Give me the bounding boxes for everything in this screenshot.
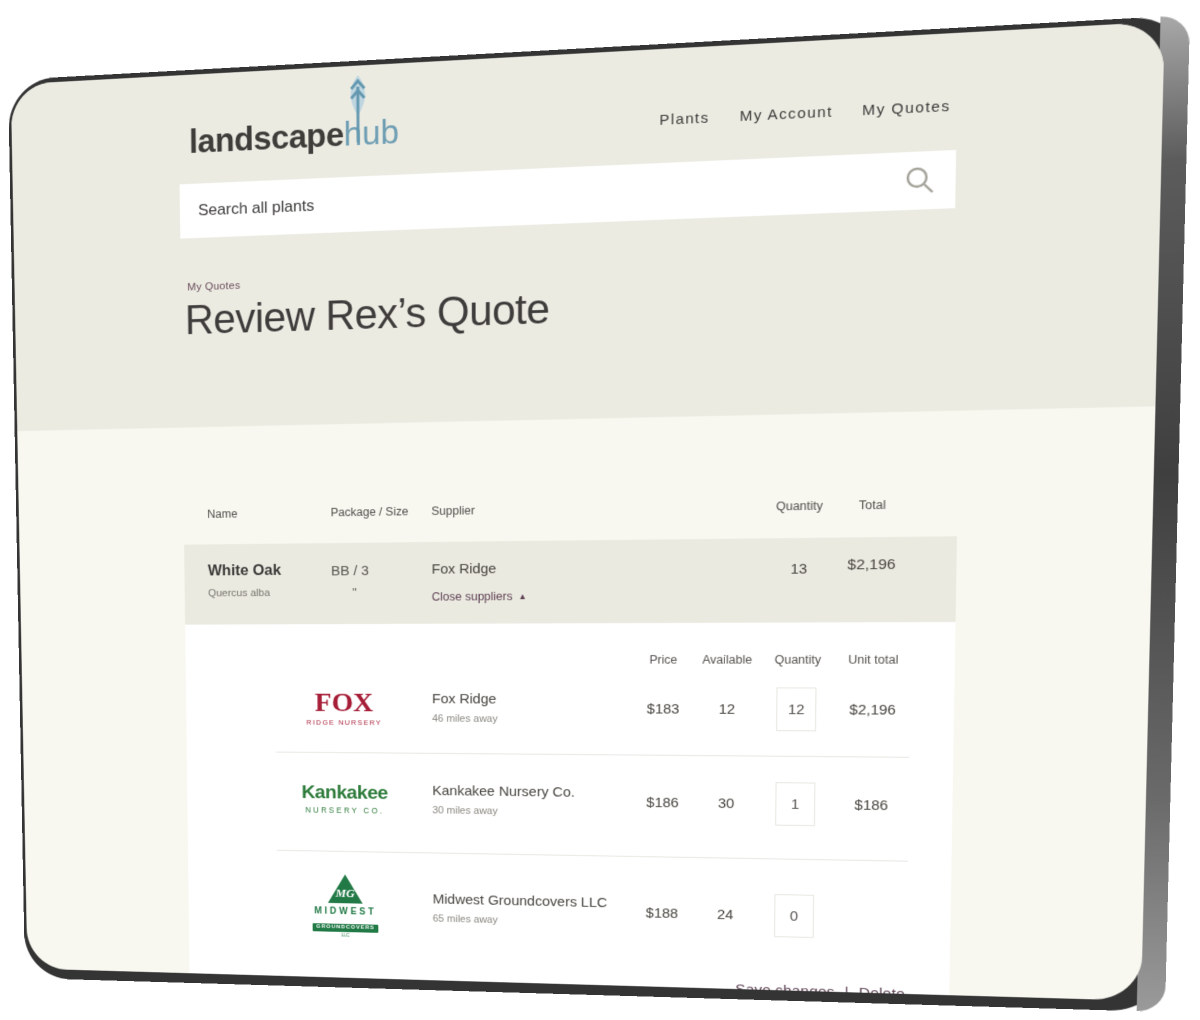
kankakee-logo-subtext: NURSERY CO. [272, 806, 419, 816]
kankakee-logo: Kankakee NURSERY CO. [272, 781, 419, 816]
quantity-input[interactable] [775, 895, 813, 937]
sub-header-available: Available [688, 653, 767, 666]
close-suppliers-link[interactable]: Close suppliers ▲ [432, 590, 527, 604]
supplier-available: 30 [687, 795, 766, 812]
col-header-package: Package / Size [331, 505, 409, 519]
quantity-input-wrap [774, 894, 814, 938]
col-header-total: Total [822, 498, 924, 513]
search-icon[interactable] [903, 164, 937, 197]
sub-header-unit-total: Unit total [828, 653, 919, 667]
fox-logo-subtext: RIDGE NURSERY [271, 719, 418, 727]
supplier-name: Fox Ridge [432, 691, 498, 707]
quantity-input[interactable] [777, 688, 815, 730]
midwest-logo: MG MIDWEST GROUNDCOVERS LLC [272, 872, 419, 940]
supplier-unit-total [825, 917, 915, 919]
supplier-row-fox-ridge: FOX RIDGE NURSERY Fox Ridge 46 miles awa… [186, 675, 955, 743]
svg-text:MG: MG [335, 886, 356, 900]
fox-logo-text: FOX [271, 688, 418, 719]
kankakee-logo-text: Kankakee [272, 781, 419, 804]
supplier-distance: 65 miles away [433, 913, 607, 928]
supplier-name: Kankakee Nursery Co. [432, 783, 575, 800]
nav-plants[interactable]: Plants [659, 110, 709, 129]
breadcrumb[interactable]: My Quotes [187, 280, 240, 293]
leaf-arrow-icon [344, 72, 373, 146]
col-header-supplier: Supplier [431, 504, 474, 518]
plant-name: White Oak [208, 562, 281, 580]
midwest-triangle-icon: MG [327, 873, 364, 904]
supplier-name-block: Midwest Groundcovers LLC 65 miles away [433, 892, 608, 929]
supplier-name: Midwest Groundcovers LLC [433, 892, 608, 911]
triangle-up-icon: ▲ [518, 592, 527, 601]
supplier-unit-total: $2,196 [827, 701, 918, 718]
fox-ridge-logo: FOX RIDGE NURSERY [271, 688, 418, 728]
package-size-unit: " [352, 585, 356, 599]
selected-supplier: Fox Ridge [432, 561, 497, 577]
close-suppliers-label: Close suppliers [432, 590, 513, 604]
brand-logo-landscape: landscape [189, 116, 344, 160]
col-header-name: Name [207, 507, 237, 520]
supplier-row-kankakee: Kankakee NURSERY CO. Kankakee Nursery Co… [187, 752, 954, 854]
midwest-logo-subtext: GROUNDCOVERS [313, 923, 379, 932]
supplier-available: 12 [687, 701, 766, 717]
quantity-input[interactable] [776, 783, 814, 825]
tablet-device: landscapehub Plants My Account My Quotes [8, 15, 1190, 1012]
quantity-input-wrap [775, 782, 815, 826]
suppliers-panel: Price Available Quantity Unit total FOX … [185, 622, 955, 1001]
quote-total: $2,196 [821, 556, 923, 574]
quote-item-row: White Oak Quercus alba BB / 3 " Fox Ridg… [184, 536, 957, 624]
supplier-distance: 30 miles away [432, 805, 574, 818]
supplier-row-midwest: MG MIDWEST GROUNDCOVERS LLC Midwest Grou… [188, 849, 952, 976]
plant-latin-name: Quercus alba [208, 588, 270, 599]
quantity-input-wrap [776, 687, 816, 731]
page: landscapehub Plants My Account My Quotes [11, 22, 1165, 1001]
supplier-distance: 46 miles away [432, 713, 498, 724]
device-screen: landscapehub Plants My Account My Quotes [11, 22, 1165, 1001]
supplier-name-block: Kankakee Nursery Co. 30 miles away [432, 783, 575, 818]
supplier-available: 24 [686, 906, 764, 924]
package-size: BB / 3 [331, 563, 369, 579]
supplier-unit-total: $186 [826, 796, 917, 813]
sub-header-quantity: Quantity [758, 653, 838, 666]
supplier-name-block: Fox Ridge 46 miles away [432, 691, 498, 725]
